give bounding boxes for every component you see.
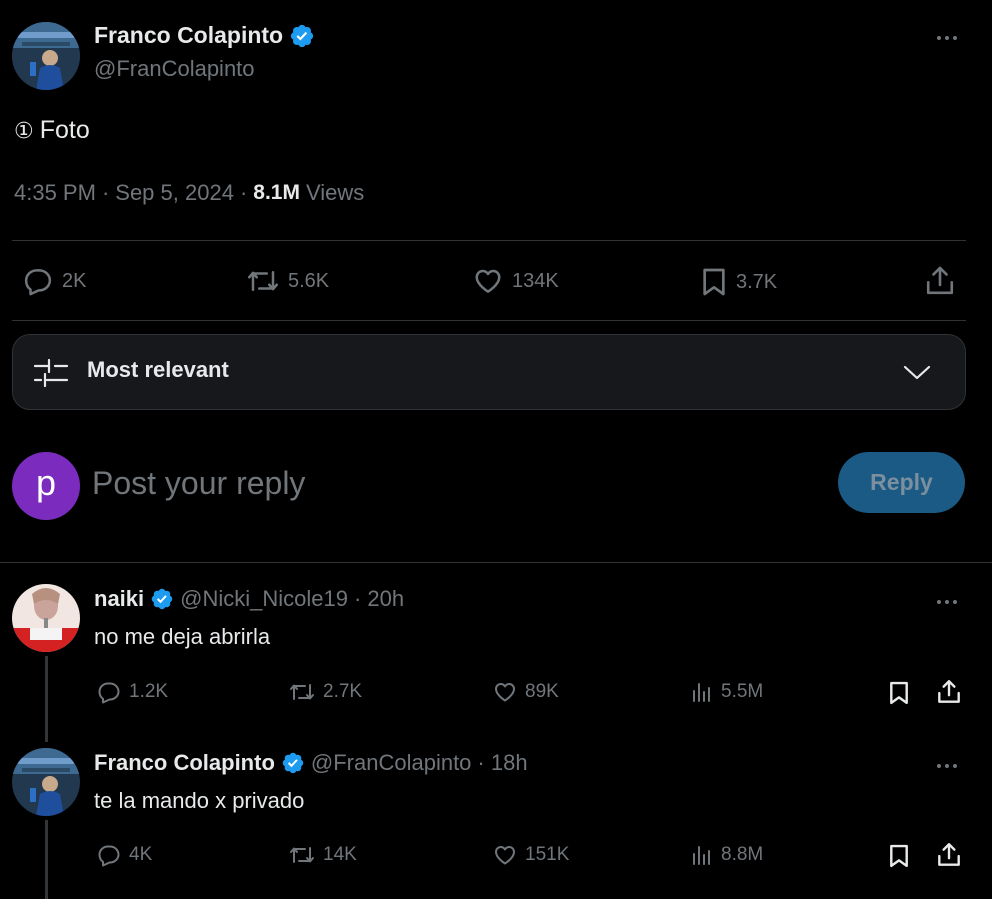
heart-icon <box>475 269 501 293</box>
numbered-badge: ① <box>14 117 34 143</box>
reply2-repost-count: 14K <box>323 844 357 865</box>
reply-time[interactable]: · 20h <box>354 586 404 612</box>
reply-count: 2K <box>62 269 87 292</box>
reply-repost-action[interactable]: 2.7K <box>288 680 362 704</box>
bookmark-icon <box>890 681 908 705</box>
tweet-content: ① Foto <box>14 116 90 145</box>
more-options-icon[interactable] <box>937 36 957 40</box>
reply-more-icon[interactable] <box>937 600 957 604</box>
reply-repost-count: 2.7K <box>323 681 363 702</box>
reply2-more-icon[interactable] <box>937 764 957 768</box>
repost-count: 5.6K <box>288 269 330 292</box>
reply-like-count: 89K <box>525 681 559 702</box>
reply2-author-name[interactable]: Franco Colapinto <box>94 750 275 776</box>
like-action[interactable]: 134K <box>472 266 559 296</box>
reply-thread-line <box>45 656 48 742</box>
like-count: 134K <box>512 269 559 292</box>
author-name[interactable]: Franco Colapinto <box>94 22 283 49</box>
tweet-text: Foto <box>39 116 90 144</box>
share-icon <box>926 266 954 295</box>
reply-views-action[interactable]: 5.5M <box>690 680 763 704</box>
filter-sliders-icon <box>33 358 69 388</box>
reply2-header: Franco Colapinto @FranColapinto · 18h <box>94 750 528 776</box>
composer-divider <box>0 562 992 563</box>
author-avatar[interactable] <box>12 22 80 90</box>
avatar-photo-2 <box>12 748 80 816</box>
reply-button[interactable]: Reply <box>838 452 965 513</box>
reply-icon <box>98 845 120 867</box>
reply2-text: te la mando x privado <box>94 788 305 813</box>
verified-badge-icon <box>282 752 304 774</box>
avatar-photo <box>12 22 80 90</box>
heart-icon <box>495 683 515 702</box>
tweet-meta: 4:35 PM · Sep 5, 2024 · 8.1M Views <box>14 180 364 206</box>
reply-views-count: 5.5M <box>721 681 764 702</box>
reply-action[interactable]: 2K <box>22 266 86 296</box>
reply2-views-count: 8.8M <box>721 844 764 865</box>
reply-text: no me deja abrirla <box>94 624 271 649</box>
divider-bottom <box>12 320 966 321</box>
tweet-time[interactable]: 4:35 PM <box>14 180 96 206</box>
reply-author-name[interactable]: naiki <box>94 586 144 612</box>
views-chart-icon <box>693 846 710 865</box>
avatar-letter: p <box>35 462 57 503</box>
meta-separator: · <box>101 180 110 205</box>
bookmark-icon <box>703 268 725 296</box>
reply-like-action[interactable]: 89K <box>492 680 559 704</box>
views-chart-icon <box>693 683 710 702</box>
bookmark-count: 3.7K <box>736 270 778 293</box>
heart-icon <box>495 846 515 865</box>
divider-top <box>12 240 966 241</box>
verified-badge-icon <box>291 24 314 47</box>
reply2-share-button[interactable] <box>936 841 962 869</box>
repost-action[interactable]: 5.6K <box>246 266 329 296</box>
reply-bookmark-button[interactable] <box>888 679 910 707</box>
avatar-photo-naiki <box>12 584 80 652</box>
sort-dropdown[interactable]: Most relevant <box>12 334 966 410</box>
reply2-reply-action[interactable]: 4K <box>96 843 152 867</box>
chevron-down-icon <box>903 365 931 380</box>
repost-icon <box>290 684 314 700</box>
reply2-reply-count: 4K <box>129 844 153 865</box>
reply-header: naiki @Nicki_Nicole19 · 20h <box>94 586 404 612</box>
reply2-like-count: 151K <box>525 844 570 865</box>
reply2-like-action[interactable]: 151K <box>492 843 569 867</box>
reply2-author-handle[interactable]: @FranColapinto <box>311 750 472 776</box>
share-button[interactable] <box>924 264 956 298</box>
reply-reply-count: 1.2K <box>129 681 169 702</box>
reply-input[interactable] <box>92 456 792 510</box>
views-label: Views <box>305 180 365 205</box>
repost-icon <box>290 847 314 863</box>
reply2-thread-line <box>45 820 48 899</box>
author-handle[interactable]: @FranColapinto <box>94 56 255 82</box>
share-icon <box>938 680 960 703</box>
views-count: 8.1M <box>253 181 300 204</box>
bookmark-icon <box>890 844 908 868</box>
bookmark-action[interactable]: 3.7K <box>700 266 777 298</box>
reply2-bookmark-button[interactable] <box>888 842 910 870</box>
reply-share-button[interactable] <box>936 678 962 706</box>
reply2-views-action[interactable]: 8.8M <box>690 843 763 867</box>
reply-icon <box>98 682 120 704</box>
reply-button-label: Reply <box>870 469 933 495</box>
current-user-avatar[interactable]: p <box>12 452 80 520</box>
reply-avatar-naiki[interactable] <box>12 584 80 652</box>
meta-separator-2: · <box>239 180 248 205</box>
repost-icon <box>248 271 278 291</box>
reply2-time[interactable]: · 18h <box>477 750 527 776</box>
share-icon <box>938 843 960 866</box>
reply-author-handle[interactable]: @Nicki_Nicole19 <box>180 586 348 612</box>
reply2-repost-action[interactable]: 14K <box>288 843 357 867</box>
tweet-date[interactable]: Sep 5, 2024 <box>115 180 234 206</box>
verified-badge-icon <box>151 588 173 610</box>
sort-label: Most relevant <box>87 357 229 382</box>
reply-reply-action[interactable]: 1.2K <box>96 680 168 704</box>
reply2-avatar[interactable] <box>12 748 80 816</box>
reply-icon <box>24 269 52 296</box>
